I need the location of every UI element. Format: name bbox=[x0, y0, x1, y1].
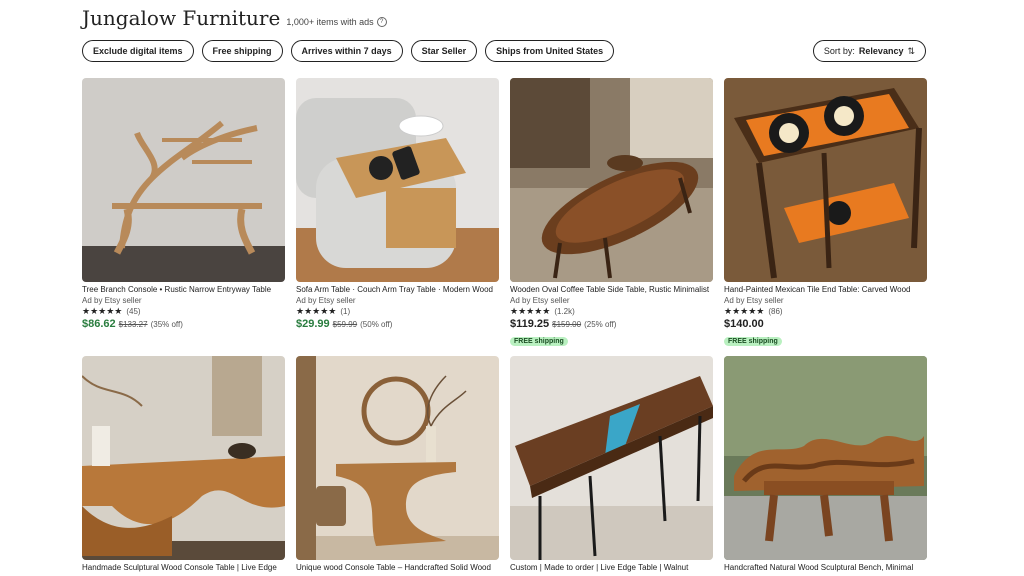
product-image[interactable] bbox=[296, 78, 499, 282]
review-count: (1.2k) bbox=[554, 307, 575, 316]
price: $140.00 bbox=[724, 318, 764, 330]
product-title[interactable]: Custom | Made to order | Live Edge Table… bbox=[510, 563, 713, 572]
original-price: $59.99 bbox=[332, 320, 358, 329]
rating: ★★★★★ (45) bbox=[82, 306, 285, 317]
product-card[interactable]: Handmade Sculptural Wood Console Table |… bbox=[82, 356, 285, 572]
rating: ★★★★★ (86) bbox=[724, 306, 927, 317]
rating: ★★★★★ (1.2k) bbox=[510, 306, 713, 317]
product-image[interactable] bbox=[724, 356, 927, 560]
product-card[interactable]: Handcrafted Natural Wood Sculptural Benc… bbox=[724, 356, 927, 572]
original-price: $159.00 bbox=[552, 320, 582, 329]
product-title[interactable]: Handmade Sculptural Wood Console Table |… bbox=[82, 563, 285, 572]
star-icon: ★★★★★ bbox=[82, 306, 123, 316]
filter-arrives-7-days[interactable]: Arrives within 7 days bbox=[290, 40, 403, 62]
product-image[interactable] bbox=[82, 78, 285, 282]
product-title[interactable]: Tree Branch Console • Rustic Narrow Entr… bbox=[82, 285, 285, 294]
star-icon: ★★★★★ bbox=[296, 306, 337, 316]
product-card[interactable]: Wooden Oval Coffee Table Side Table, Rus… bbox=[510, 78, 713, 348]
price-row: $119.25 $159.00 (25% off) bbox=[510, 318, 713, 330]
product-card[interactable]: Custom | Made to order | Live Edge Table… bbox=[510, 356, 713, 572]
filter-star-seller[interactable]: Star Seller bbox=[410, 40, 478, 62]
sort-label: Sort by: bbox=[823, 46, 855, 56]
product-title[interactable]: Handcrafted Natural Wood Sculptural Benc… bbox=[724, 563, 927, 572]
product-image[interactable] bbox=[82, 356, 285, 560]
product-card[interactable]: Sofa Arm Table · Couch Arm Tray Table · … bbox=[296, 78, 499, 348]
discount: (35% off) bbox=[150, 320, 183, 329]
product-card[interactable]: Unique wood Console Table – Handcrafted … bbox=[296, 356, 499, 572]
product-card[interactable]: Hand-Painted Mexican Tile End Table: Car… bbox=[724, 78, 927, 348]
review-count: (86) bbox=[768, 307, 783, 316]
product-title[interactable]: Hand-Painted Mexican Tile End Table: Car… bbox=[724, 285, 927, 294]
results-count-text: 1,000+ items with ads bbox=[286, 17, 374, 27]
product-title[interactable]: Sofa Arm Table · Couch Arm Tray Table · … bbox=[296, 285, 499, 294]
free-shipping-badge: FREE shipping bbox=[724, 337, 782, 346]
price: $86.62 bbox=[82, 318, 116, 330]
page-title: Jungalow Furniture bbox=[82, 6, 281, 30]
product-image[interactable] bbox=[296, 356, 499, 560]
discount: (25% off) bbox=[584, 320, 617, 329]
filter-ships-from-us[interactable]: Ships from United States bbox=[485, 40, 615, 62]
sort-dropdown[interactable]: Sort by: Relevancy ⇅ bbox=[812, 40, 926, 62]
review-count: (1) bbox=[340, 307, 351, 316]
price-row: $140.00 bbox=[724, 318, 927, 330]
rating: ★★★★★ (1) bbox=[296, 306, 499, 317]
info-icon[interactable]: ? bbox=[376, 17, 387, 27]
discount: (50% off) bbox=[360, 320, 393, 329]
page-header: Jungalow Furniture 1,000+ items with ads… bbox=[82, 6, 387, 30]
star-icon: ★★★★★ bbox=[724, 306, 765, 316]
results-count: 1,000+ items with ads ? bbox=[286, 17, 387, 27]
filter-exclude-digital[interactable]: Exclude digital items bbox=[82, 40, 194, 62]
ad-label: Ad by Etsy seller bbox=[724, 296, 784, 305]
filter-bar: Exclude digital items Free shipping Arri… bbox=[82, 40, 615, 62]
filter-free-shipping[interactable]: Free shipping bbox=[201, 40, 283, 62]
product-title[interactable]: Wooden Oval Coffee Table Side Table, Rus… bbox=[510, 285, 713, 294]
price-row: $86.62 $133.27 (35% off) bbox=[82, 318, 285, 330]
price: $119.25 bbox=[510, 318, 550, 330]
product-image[interactable] bbox=[510, 78, 713, 282]
sort-arrows-icon: ⇅ bbox=[907, 45, 915, 56]
free-shipping-badge: FREE shipping bbox=[510, 337, 568, 346]
product-image[interactable] bbox=[510, 356, 713, 560]
product-image[interactable] bbox=[724, 78, 927, 282]
ad-label: Ad by Etsy seller bbox=[510, 296, 570, 305]
ad-label: Ad by Etsy seller bbox=[296, 296, 356, 305]
sort-value: Relevancy bbox=[858, 46, 904, 56]
original-price: $133.27 bbox=[118, 320, 148, 329]
ad-label: Ad by Etsy seller bbox=[82, 296, 142, 305]
review-count: (45) bbox=[126, 307, 141, 316]
price: $29.99 bbox=[296, 318, 330, 330]
product-title[interactable]: Unique wood Console Table – Handcrafted … bbox=[296, 563, 499, 572]
product-card[interactable]: Tree Branch Console • Rustic Narrow Entr… bbox=[82, 78, 285, 348]
product-grid: Tree Branch Console • Rustic Narrow Entr… bbox=[82, 78, 927, 572]
star-icon: ★★★★★ bbox=[510, 306, 551, 316]
price-row: $29.99 $59.99 (50% off) bbox=[296, 318, 499, 330]
